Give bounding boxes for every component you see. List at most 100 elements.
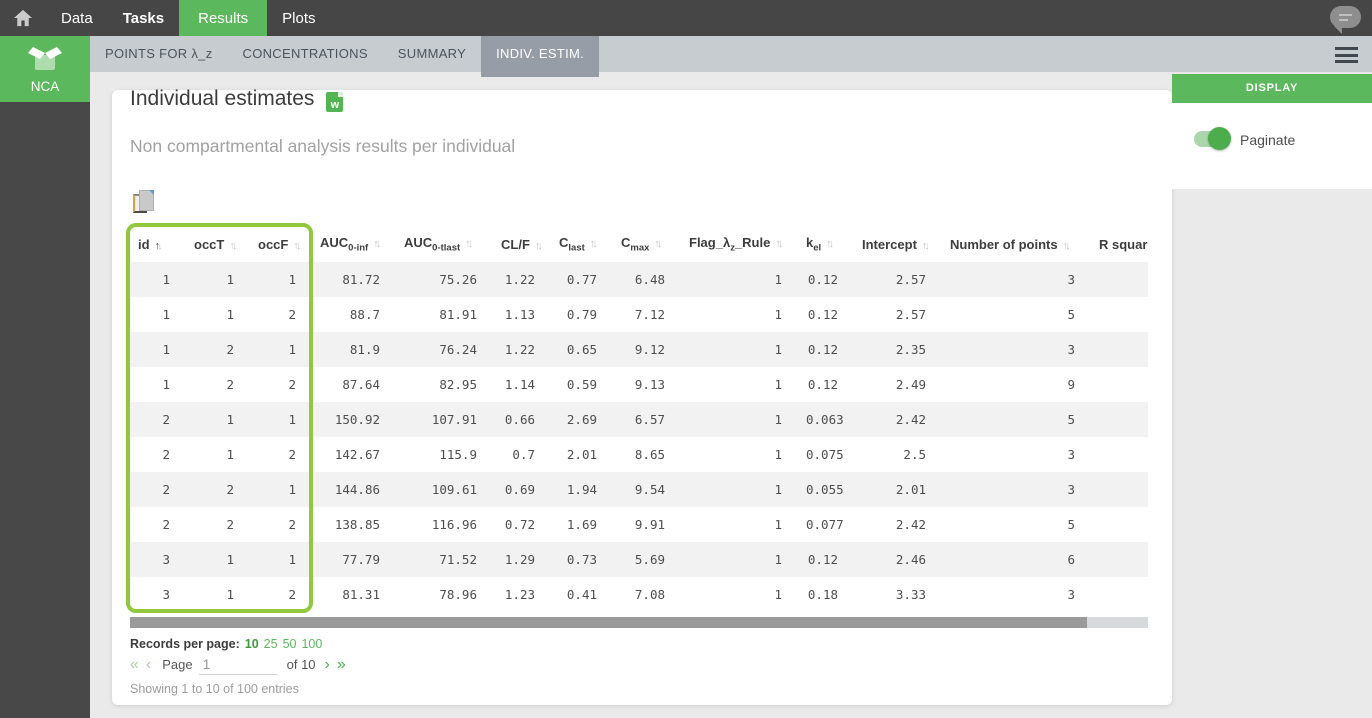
cell-cl-f: 1.23 bbox=[504, 587, 535, 602]
cell-flag-lambda-z-rule: 1 bbox=[774, 342, 782, 357]
next-page-button[interactable]: › bbox=[325, 656, 330, 673]
tab-points-for-lambda-z[interactable]: POINTS FOR λ_z bbox=[90, 36, 228, 72]
records-per-page: Records per page: 10 25 50 100 bbox=[130, 637, 322, 651]
column-header-c-last[interactable]: Clast ↑↓ bbox=[551, 226, 613, 262]
left-sidebar: NCA bbox=[0, 36, 90, 718]
cell-flag-lambda-z-rule: 1 bbox=[774, 482, 782, 497]
column-header-c-max[interactable]: Cmax ↑↓ bbox=[613, 226, 681, 262]
cell-number-of-points: 3 bbox=[1067, 482, 1075, 497]
cell-r-squared bbox=[1091, 297, 1148, 332]
column-header-auc-0-inf[interactable]: AUC0-inf ↑↓ bbox=[312, 226, 396, 262]
records-option-25[interactable]: 25 bbox=[264, 637, 278, 651]
paginate-toggle[interactable] bbox=[1194, 127, 1231, 150]
copy-icon-front-page bbox=[139, 190, 154, 211]
column-header-cl-f[interactable]: CL/F ↑↓ bbox=[493, 226, 551, 262]
cell-c-last: 0.59 bbox=[566, 377, 597, 392]
cell-auc-0-tlast: 109.61 bbox=[431, 482, 477, 497]
cell-r-squared bbox=[1091, 542, 1148, 577]
sort-icon: ↑↓ bbox=[465, 237, 474, 250]
column-header-occT[interactable]: occT ↑↓ bbox=[186, 226, 250, 262]
column-header-r-squared[interactable]: R squared↑↓ bbox=[1091, 226, 1148, 262]
tab-summary[interactable]: SUMMARY bbox=[383, 36, 481, 72]
table-row: 1 1 1 81.72 75.26 1.22 0.77 6.48 1 0.12 2.57 3 bbox=[130, 262, 1148, 297]
display-panel-header: DISPLAY bbox=[1172, 74, 1372, 103]
cell-c-max: 9.54 bbox=[634, 482, 665, 497]
cell-occF: 2 bbox=[288, 307, 296, 322]
cell-occT: 1 bbox=[226, 587, 234, 602]
cell-r-squared bbox=[1091, 367, 1148, 402]
cell-cl-f: 1.29 bbox=[504, 552, 535, 567]
chat-bubble-icon[interactable] bbox=[1330, 6, 1361, 34]
first-page-button[interactable]: « bbox=[130, 656, 139, 673]
column-header-k-el[interactable]: kel ↑↓ bbox=[798, 226, 854, 262]
cell-number-of-points: 3 bbox=[1067, 342, 1075, 357]
column-header-intercept[interactable]: Intercept ↑↓ bbox=[854, 226, 942, 262]
tab-indiv-estim[interactable]: INDIV. ESTIM. bbox=[481, 36, 600, 77]
nav-item-tasks[interactable]: Tasks bbox=[108, 0, 179, 36]
sidebar-item-nca-project[interactable]: NCA bbox=[0, 36, 90, 102]
copy-table-icon[interactable] bbox=[132, 190, 156, 216]
nav-item-plots[interactable]: Plots bbox=[267, 0, 330, 36]
home-button[interactable] bbox=[0, 0, 46, 36]
cell-id: 1 bbox=[162, 377, 170, 392]
cell-number-of-points: 3 bbox=[1067, 587, 1075, 602]
previous-page-button[interactable]: ‹ bbox=[146, 656, 151, 673]
page-count-label: of 10 bbox=[286, 657, 316, 672]
cell-id: 2 bbox=[162, 447, 170, 462]
chat-line bbox=[1339, 18, 1348, 21]
results-tab-bar: POINTS FOR λ_z CONCENTRATIONS SUMMARY IN… bbox=[90, 36, 1372, 77]
column-header-id[interactable]: id ↑↓ bbox=[130, 226, 186, 262]
records-option-50[interactable]: 50 bbox=[283, 637, 297, 651]
records-option-100[interactable]: 100 bbox=[301, 637, 322, 651]
cell-intercept: 3.33 bbox=[895, 587, 926, 602]
cell-c-max: 5.69 bbox=[634, 552, 665, 567]
cell-k-el: 0.077 bbox=[806, 517, 844, 532]
cell-k-el: 0.18 bbox=[807, 587, 838, 602]
open-box-icon bbox=[28, 47, 62, 70]
column-header-occF[interactable]: occF ↑↓ bbox=[250, 226, 312, 262]
cell-cl-f: 0.69 bbox=[504, 482, 535, 497]
last-page-button[interactable]: » bbox=[337, 656, 346, 673]
paginate-toggle-label: Paginate bbox=[1240, 132, 1296, 148]
cell-auc-0-tlast: 107.91 bbox=[431, 412, 477, 427]
column-header-auc-0-tlast[interactable]: AUC0-tlast ↑↓ bbox=[396, 226, 493, 262]
page-number-input[interactable] bbox=[198, 654, 277, 675]
cell-k-el: 0.12 bbox=[807, 342, 838, 357]
cell-auc-0-tlast: 75.26 bbox=[439, 272, 477, 287]
cell-flag-lambda-z-rule: 1 bbox=[774, 447, 782, 462]
showing-entries-label: Showing 1 to 10 of 100 entries bbox=[130, 682, 299, 696]
horizontal-scrollbar[interactable] bbox=[130, 617, 1148, 628]
cell-number-of-points: 5 bbox=[1067, 307, 1075, 322]
cell-auc-0-inf: 81.9 bbox=[349, 342, 380, 357]
column-header-number-of-points[interactable]: Number of points ↑↓ bbox=[942, 226, 1091, 262]
table-row: 1 2 2 87.64 82.95 1.14 0.59 9.13 1 0.12 2.49 9 bbox=[130, 367, 1148, 402]
cell-auc-0-inf: 81.31 bbox=[342, 587, 380, 602]
cell-k-el: 0.12 bbox=[807, 377, 838, 392]
page-label: Page bbox=[162, 657, 193, 672]
top-navigation-bar: Data Tasks Results Plots bbox=[0, 0, 1372, 36]
cell-cl-f: 0.72 bbox=[504, 517, 535, 532]
cell-auc-0-tlast: 116.96 bbox=[431, 517, 477, 532]
menu-hamburger-icon[interactable] bbox=[1335, 47, 1358, 67]
cell-cl-f: 1.14 bbox=[504, 377, 535, 392]
cell-intercept: 2.01 bbox=[895, 482, 926, 497]
cell-intercept: 2.42 bbox=[895, 517, 926, 532]
nav-item-results[interactable]: Results bbox=[179, 0, 268, 36]
cell-auc-0-inf: 77.79 bbox=[342, 552, 380, 567]
records-option-10[interactable]: 10 bbox=[245, 637, 259, 651]
cell-flag-lambda-z-rule: 1 bbox=[774, 307, 782, 322]
horizontal-scrollbar-thumb[interactable] bbox=[130, 617, 1087, 628]
cell-occT: 1 bbox=[226, 447, 234, 462]
sort-icon: ↑↓ bbox=[293, 239, 302, 252]
cell-id: 3 bbox=[162, 552, 170, 567]
column-header-flag-lambda-z-rule[interactable]: Flag_λz_Rule ↑↓ bbox=[681, 226, 798, 262]
cell-c-last: 0.79 bbox=[566, 307, 597, 322]
nav-item-data[interactable]: Data bbox=[46, 0, 108, 36]
tab-concentrations[interactable]: CONCENTRATIONS bbox=[228, 36, 383, 72]
cell-auc-0-inf: 144.86 bbox=[334, 482, 380, 497]
cell-c-last: 0.77 bbox=[566, 272, 597, 287]
cell-auc-0-inf: 142.67 bbox=[334, 447, 380, 462]
word-export-icon[interactable]: w bbox=[326, 92, 344, 112]
cell-r-squared bbox=[1091, 472, 1148, 507]
cell-occT: 2 bbox=[226, 377, 234, 392]
